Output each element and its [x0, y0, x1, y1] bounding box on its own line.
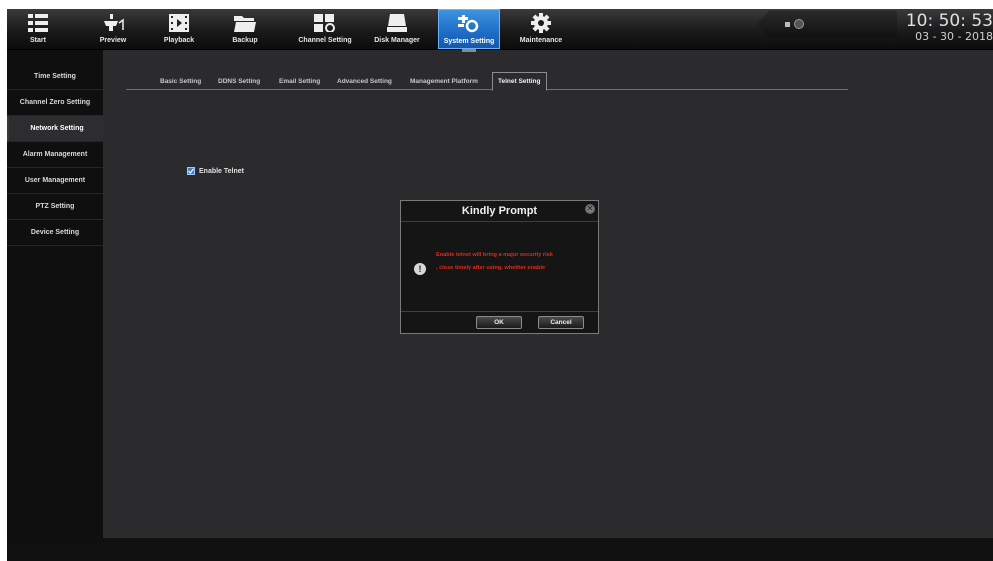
enable-telnet-checkbox-row[interactable]: Enable Telnet — [187, 167, 244, 175]
tab-email-setting[interactable]: Email Setting — [279, 73, 320, 89]
dialog-message-line1: Enable telnet will bring a major securit… — [436, 252, 553, 258]
nav-preview-label: Preview — [99, 37, 127, 44]
tab-basic-setting[interactable]: Basic Setting — [160, 73, 201, 89]
top-navigation-bar: Start Preview Playback Backup Channel Se… — [7, 9, 993, 52]
enable-telnet-checkbox[interactable] — [187, 167, 195, 175]
dialog-message-line2: , close timely after using, whether enab… — [436, 265, 546, 271]
settings-tabs: Basic Setting DDNS Setting Email Setting… — [126, 72, 848, 91]
sidebar-item-network-setting[interactable]: Network Setting — [7, 116, 105, 142]
sidebar-item-label: Time Setting — [34, 73, 76, 80]
nav-playback-label: Playback — [163, 37, 195, 44]
status-indicator-area — [757, 11, 897, 37]
tab-management-platform[interactable]: Management Platform — [410, 73, 478, 89]
close-icon[interactable]: ✕ — [585, 204, 595, 214]
tab-ddns-setting[interactable]: DDNS Setting — [218, 73, 260, 89]
lock-icon — [785, 21, 790, 27]
nav-disk-manager-label: Disk Manager — [374, 37, 420, 44]
nav-start-button[interactable]: Start — [21, 9, 55, 49]
nav-maintenance-button[interactable]: Maintenance — [516, 9, 566, 49]
nav-channel-setting-label: Channel Setting — [298, 37, 352, 44]
sidebar-item-device-setting[interactable]: Device Setting — [7, 220, 103, 246]
film-icon — [168, 13, 190, 33]
sidebar-item-label: Channel Zero Setting — [19, 99, 91, 106]
camera-icon — [102, 13, 124, 33]
folder-icon — [234, 13, 256, 33]
sidebar-item-time-setting[interactable]: Time Setting — [7, 64, 103, 90]
dialog-message: Enable telnet will bring a major securit… — [436, 249, 596, 275]
dvr-screen: Start Preview Playback Backup Channel Se… — [7, 9, 993, 561]
sidebar-item-label: Network Setting — [30, 125, 84, 132]
tab-label: Telnet Setting — [498, 78, 541, 85]
sidebar-item-label: PTZ Setting — [35, 203, 75, 210]
sidebar-item-ptz-setting[interactable]: PTZ Setting — [7, 194, 103, 220]
nav-system-setting-label: System Setting — [443, 38, 495, 45]
disk-icon — [386, 13, 408, 33]
nav-preview-button[interactable]: Preview — [95, 9, 131, 49]
channel-setting-icon — [314, 13, 336, 33]
nav-maintenance-label: Maintenance — [519, 37, 563, 44]
sidebar-item-label: Device Setting — [30, 229, 80, 236]
status-dot-icon[interactable] — [794, 19, 804, 29]
bottom-strip — [7, 538, 993, 561]
dialog-divider — [401, 311, 598, 312]
clock-date: 03 - 30 - 2018 — [915, 30, 993, 43]
tab-label: Management Platform — [410, 77, 478, 85]
ok-button[interactable]: OK — [476, 316, 522, 329]
sidebar-item-label: Alarm Management — [22, 151, 88, 158]
tab-label: Basic Setting — [160, 77, 202, 85]
sidebar-item-label: User Management — [24, 177, 86, 184]
sidebar-item-user-management[interactable]: User Management — [7, 168, 103, 194]
tab-advanced-setting[interactable]: Advanced Setting — [337, 73, 392, 89]
checkmark-icon — [188, 168, 194, 174]
cancel-button[interactable]: Cancel — [538, 316, 584, 329]
kindly-prompt-dialog: Kindly Prompt ✕ ! Enable telnet will bri… — [400, 200, 599, 334]
nav-backup-label: Backup — [232, 37, 258, 44]
nav-system-setting-button[interactable]: System Setting — [438, 9, 500, 52]
nav-backup-button[interactable]: Backup — [227, 9, 263, 49]
dialog-title: Kindly Prompt — [401, 201, 598, 222]
tab-label: Email Setting — [279, 77, 321, 85]
clock-time: 10: 50: 53 — [905, 11, 993, 31]
tab-label: DDNS Setting — [218, 77, 261, 85]
enable-telnet-label: Enable Telnet — [199, 167, 244, 175]
warning-icon: ! — [414, 263, 426, 275]
tab-label: Advanced Setting — [337, 77, 392, 85]
nav-start-label: Start — [30, 37, 46, 44]
sidebar-item-alarm-management[interactable]: Alarm Management — [7, 142, 103, 168]
tab-telnet-setting[interactable]: Telnet Setting — [492, 72, 547, 91]
nav-playback-button[interactable]: Playback — [159, 9, 199, 49]
sidebar: Time Setting Channel Zero Setting Networ… — [7, 50, 105, 538]
system-setting-icon — [458, 14, 480, 34]
menu-grid-icon — [27, 13, 49, 33]
nav-channel-setting-button[interactable]: Channel Setting — [294, 9, 356, 49]
active-indicator — [462, 49, 476, 52]
clock: 10: 50: 53 03 - 30 - 2018 — [883, 9, 993, 49]
nav-disk-manager-button[interactable]: Disk Manager — [371, 9, 423, 49]
sidebar-item-channel-zero-setting[interactable]: Channel Zero Setting — [7, 90, 103, 116]
gear-icon — [530, 13, 552, 33]
